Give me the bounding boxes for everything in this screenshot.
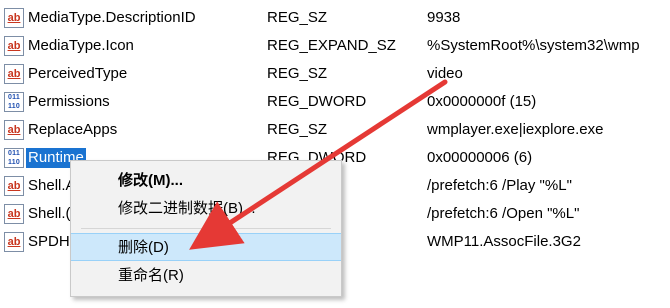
value-name: Permissions: [28, 93, 110, 110]
value-type: REG_DWORD: [267, 93, 367, 110]
menu-item-label: 修改二进制数据(B)...: [118, 200, 256, 217]
registry-row[interactable]: ab ReplaceApps REG_SZ wmplayer.exe|iexpl…: [0, 116, 670, 144]
menu-item-modify[interactable]: 修改(M)...: [71, 167, 341, 195]
value-data: %SystemRoot%\system32\wmp: [427, 37, 640, 54]
string-value-icon: ab: [4, 64, 24, 84]
string-value-icon: ab: [4, 36, 24, 56]
binary-value-icon: 011 110: [4, 148, 24, 168]
string-value-icon: ab: [4, 204, 24, 224]
registry-row[interactable]: 011 110 Permissions REG_DWORD 0x0000000f …: [0, 88, 670, 116]
value-data: /prefetch:6 /Play "%L": [427, 177, 572, 194]
menu-item-modify-binary[interactable]: 修改二进制数据(B)...: [71, 195, 341, 223]
value-name: Shell.(: [28, 205, 71, 222]
value-name: MediaType.Icon: [28, 37, 134, 54]
value-data: video: [427, 65, 463, 82]
menu-item-label: 重命名(R): [118, 267, 184, 284]
value-data: 0x0000000f (15): [427, 93, 537, 110]
value-data: 9938: [427, 9, 461, 26]
value-type: REG_EXPAND_SZ: [267, 37, 396, 54]
menu-item-label: 修改(M)...: [118, 172, 183, 189]
string-value-icon: ab: [4, 232, 24, 252]
string-value-icon: ab: [4, 8, 24, 28]
registry-row[interactable]: ab MediaType.DescriptionID REG_SZ 9938: [0, 4, 670, 32]
string-value-icon: ab: [4, 176, 24, 196]
value-name: SPDH: [28, 233, 70, 250]
value-data: WMP11.AssocFile.3G2: [427, 233, 581, 250]
value-type: REG_SZ: [267, 121, 328, 138]
registry-row[interactable]: ab PerceivedType REG_SZ video: [0, 60, 670, 88]
registry-row[interactable]: ab MediaType.Icon REG_EXPAND_SZ %SystemR…: [0, 32, 670, 60]
menu-item-rename[interactable]: 重命名(R): [71, 262, 341, 290]
value-data: /prefetch:6 /Open "%L": [427, 205, 580, 222]
value-type: REG_SZ: [267, 9, 328, 26]
string-value-icon: ab: [4, 120, 24, 140]
menu-item-label: 删除(D): [118, 239, 169, 256]
value-data: wmplayer.exe|iexplore.exe: [427, 121, 604, 138]
value-type: REG_SZ: [267, 65, 328, 82]
value-data: 0x00000006 (6): [427, 149, 533, 166]
value-name: MediaType.DescriptionID: [28, 9, 196, 26]
value-name: Shell.A: [28, 177, 76, 194]
menu-separator: [81, 228, 331, 229]
value-name: PerceivedType: [28, 65, 128, 82]
binary-value-icon: 011 110: [4, 92, 24, 112]
context-menu: 修改(M)... 修改二进制数据(B)... 删除(D) 重命名(R): [70, 160, 342, 297]
value-name: ReplaceApps: [28, 121, 118, 138]
menu-item-delete[interactable]: 删除(D): [71, 233, 341, 261]
